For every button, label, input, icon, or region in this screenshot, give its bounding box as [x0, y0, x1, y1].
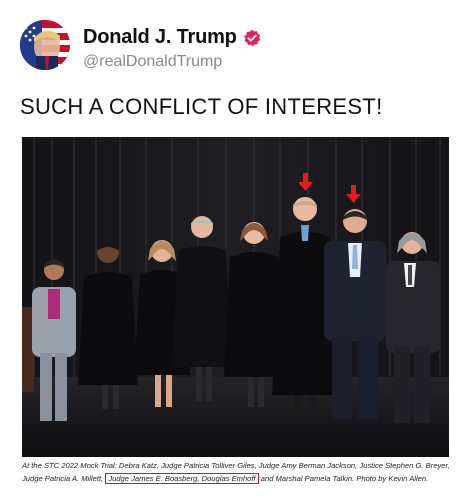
verified-badge-icon	[243, 29, 260, 46]
photo-caption: At the STC 2022 Mock Trial: Debra Katz, …	[22, 460, 452, 485]
avatar[interactable]	[20, 20, 70, 70]
post-text: SUCH A CONFLICT OF INTEREST!	[20, 94, 383, 119]
caption-part-1: At the STC 2022 Mock Trial: Debra Katz, …	[22, 461, 450, 470]
caption-part-3: and Marshal Pamela Talkin. Photo by Kevi…	[260, 473, 429, 483]
photo-image	[22, 137, 449, 457]
name-line: Donald J. Trump	[83, 26, 261, 49]
caption-part-2: Judge Patricia A. Millett,	[22, 473, 104, 483]
caption-highlight: Judge James E. Boasberg, Douglas Emhoff	[105, 472, 259, 484]
post-photo[interactable]	[22, 137, 449, 457]
handle[interactable]: @realDonaldTrump	[83, 53, 222, 71]
display-name[interactable]: Donald J. Trump	[83, 26, 237, 49]
post-header: Donald J. Trump @realDonaldTrump	[20, 16, 460, 78]
